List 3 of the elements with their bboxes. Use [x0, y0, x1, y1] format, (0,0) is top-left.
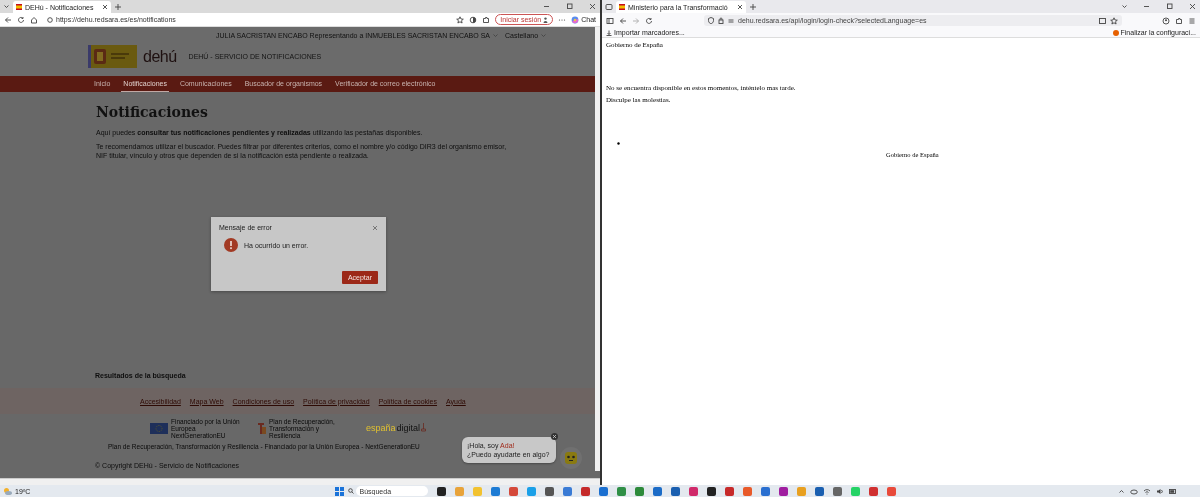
espana-digital-logo: españadigital — [366, 423, 427, 433]
page-title: Notificaciones — [96, 104, 209, 120]
dehu-logo: dehú — [143, 47, 177, 66]
